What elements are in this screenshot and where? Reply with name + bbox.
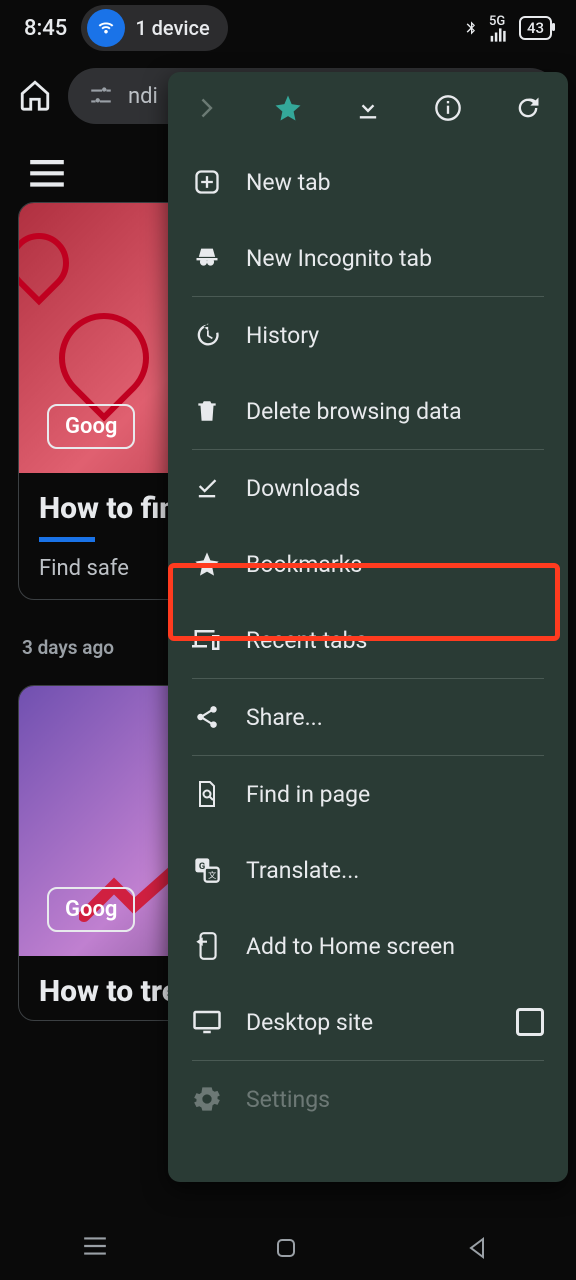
desktop-checkbox[interactable] (516, 1008, 544, 1036)
menu-item-recent-tabs[interactable]: Recent tabs (168, 602, 568, 678)
share-icon (192, 702, 222, 732)
bluetooth-icon (463, 17, 479, 39)
svg-text:文: 文 (208, 870, 216, 880)
device-chip[interactable]: 1 device (81, 5, 227, 51)
menu-item-desktop[interactable]: Desktop site (168, 984, 568, 1060)
menu-item-label: New tab (246, 169, 331, 196)
menu-item-label: Add to Home screen (246, 933, 455, 960)
card-chip: Goog (47, 887, 135, 932)
info-icon[interactable] (433, 93, 463, 123)
menu-item-bookmarks[interactable]: Bookmarks (168, 526, 568, 602)
wifi-icon (87, 9, 125, 47)
find-in-page-icon (192, 779, 222, 809)
incognito-icon (192, 243, 222, 273)
menu-item-label: Translate... (246, 857, 359, 884)
reload-icon[interactable] (513, 93, 543, 123)
menu-item-label: Downloads (246, 475, 360, 502)
menu-item-label: Desktop site (246, 1009, 373, 1036)
menu-item-downloads[interactable]: Downloads (168, 450, 568, 526)
tune-icon (88, 83, 114, 109)
device-chip-label: 1 device (135, 16, 209, 40)
menu-item-label: Share... (246, 704, 323, 731)
menu-item-label: Find in page (246, 781, 370, 808)
menu-item-add-home[interactable]: Add to Home screen (168, 908, 568, 984)
status-time: 8:45 (24, 16, 67, 41)
menu-item-label: Recent tabs (246, 627, 367, 654)
menu-item-label: Settings (246, 1086, 330, 1113)
forward-icon[interactable] (193, 93, 223, 123)
overflow-menu: New tab New Incognito tab History Delete… (168, 72, 568, 1182)
battery-indicator: 43 (519, 16, 552, 40)
card-chip: Goog (47, 404, 135, 449)
plus-box-icon (192, 167, 222, 197)
menu-item-incognito[interactable]: New Incognito tab (168, 220, 568, 296)
system-nav-bar (0, 1220, 576, 1280)
menu-item-translate[interactable]: G文 Translate... (168, 832, 568, 908)
back-button[interactable] (466, 1236, 494, 1264)
add-to-home-icon (192, 931, 222, 961)
desktop-icon (192, 1007, 222, 1037)
menu-item-settings[interactable]: Settings (168, 1061, 568, 1137)
menu-item-new-tab[interactable]: New tab (168, 144, 568, 220)
menu-item-label: Bookmarks (246, 551, 362, 578)
star-icon (192, 549, 222, 579)
home-button[interactable] (274, 1236, 302, 1264)
menu-item-share[interactable]: Share... (168, 679, 568, 755)
devices-icon (192, 625, 222, 655)
menu-item-label: Delete browsing data (246, 398, 462, 425)
status-bar: 8:45 1 device 5G 43 (0, 0, 576, 56)
bookmark-star-icon[interactable] (273, 93, 303, 123)
trash-icon (192, 396, 222, 426)
menu-item-find[interactable]: Find in page (168, 756, 568, 832)
home-icon[interactable] (18, 78, 54, 114)
network-label: 5G (489, 15, 509, 42)
svg-text:G: G (199, 861, 205, 872)
download-icon[interactable] (353, 93, 383, 123)
translate-icon: G文 (192, 855, 222, 885)
gear-icon (192, 1084, 222, 1114)
menu-item-label: New Incognito tab (246, 245, 432, 272)
menu-item-delete-data[interactable]: Delete browsing data (168, 373, 568, 449)
omnibox-text: ndi (128, 84, 158, 109)
history-icon (192, 320, 222, 350)
recents-button[interactable] (82, 1236, 110, 1264)
menu-item-label: History (246, 322, 319, 349)
menu-item-history[interactable]: History (168, 297, 568, 373)
download-done-icon (192, 473, 222, 503)
